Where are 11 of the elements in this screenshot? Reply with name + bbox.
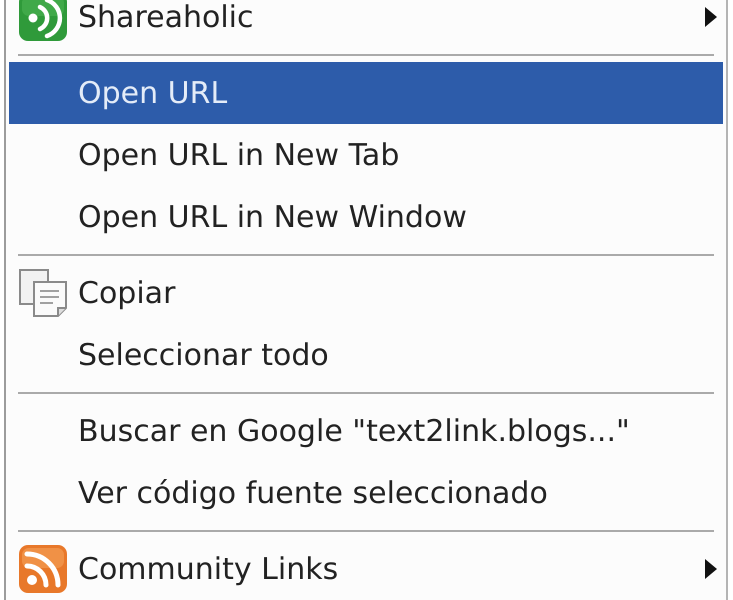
menu-item[interactable]: Open URL in New Tab	[9, 124, 723, 186]
menu-item[interactable]: Ver código fuente seleccionado	[9, 462, 723, 524]
menu-item[interactable]: Community Links	[9, 538, 723, 600]
feed-icon	[19, 545, 67, 593]
menu-item[interactable]: Shareaholic	[9, 0, 723, 48]
menu-item[interactable]: Open URL in New Window	[9, 186, 723, 248]
copy-icon	[19, 269, 67, 317]
menu-item[interactable]: Seleccionar todo	[9, 324, 723, 386]
menu-item[interactable]: Open URL	[9, 62, 723, 124]
menu-item[interactable]: Copiar	[9, 262, 723, 324]
menu-item[interactable]: Buscar en Google "text2link.blogs..."	[9, 400, 723, 462]
